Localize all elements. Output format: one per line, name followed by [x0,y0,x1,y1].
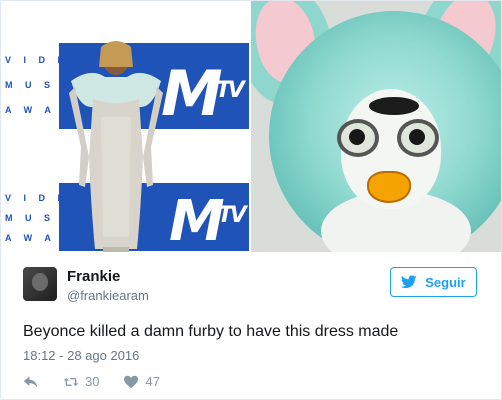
author-name[interactable]: Frankie [67,268,120,285]
mtv-logo: MTV [161,57,245,130]
photo-furby[interactable] [251,1,501,252]
tweet-actions: 30 47 [23,374,184,389]
follow-label: Seguir [425,274,466,290]
furby-eye-left [337,119,379,157]
like-count: 47 [145,374,160,389]
furby-beak [367,171,411,203]
tweet-text: Beyonce killed a damn furby to have this… [23,323,399,340]
follow-button[interactable]: Seguir [390,267,477,297]
heart-icon [124,375,139,388]
furby-eye-right [397,119,439,157]
reply-button[interactable] [23,375,39,389]
tweet-card: V I D E O M U S I C A W A R D S MTV V I … [0,0,502,400]
author-handle[interactable]: @frankiearam [67,288,149,303]
retweet-icon [63,377,79,386]
retweet-button[interactable]: 30 [63,374,99,389]
tweet-timestamp[interactable]: 18:12 - 28 ago 2016 [23,348,139,363]
tweet-media[interactable]: V I D E O M U S I C A W A R D S MTV V I … [1,1,501,252]
reply-icon [23,375,38,388]
photo-beyonce[interactable]: V I D E O M U S I C A W A R D S MTV V I … [1,1,249,252]
dress-figure [69,41,163,252]
bird-icon [401,275,417,289]
like-button[interactable]: 47 [123,374,160,389]
avatar[interactable] [23,267,57,301]
retweet-count: 30 [85,374,100,389]
